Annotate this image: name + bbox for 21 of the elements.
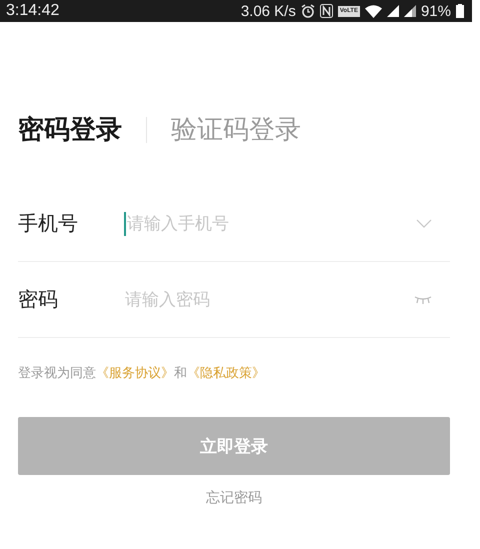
policy-link[interactable]: 《隐私政策》 [187, 366, 265, 381]
signal-icon [386, 5, 399, 17]
input-field[interactable]: 请输入手机号 [124, 212, 416, 236]
clock-time: 3:14:42 [6, 2, 60, 20]
nfc-icon [320, 4, 333, 18]
policy-link[interactable]: 《服务协议》 [96, 366, 174, 381]
login-tab[interactable]: 验证码登录 [171, 112, 301, 148]
login-tab[interactable]: 密码登录 [18, 112, 122, 148]
wifi-icon [364, 4, 382, 18]
alarm-icon [300, 4, 315, 18]
input-field[interactable]: 请输入密码 [124, 288, 414, 312]
closed-eye-icon[interactable] [414, 296, 432, 304]
signal-icon [404, 5, 416, 17]
battery-icon [456, 4, 464, 18]
chevron-down-icon[interactable] [416, 219, 432, 228]
battery-level: 91% [420, 2, 451, 20]
network-speed: 3.06 K/s [240, 2, 296, 20]
agreement-text: 登录视为同意《服务协议》和《隐私政策》 [18, 365, 266, 382]
forgot-password-link[interactable]: 忘记密码 [206, 489, 262, 507]
field-label: 密码 [18, 286, 59, 313]
field-label: 手机号 [18, 210, 79, 237]
